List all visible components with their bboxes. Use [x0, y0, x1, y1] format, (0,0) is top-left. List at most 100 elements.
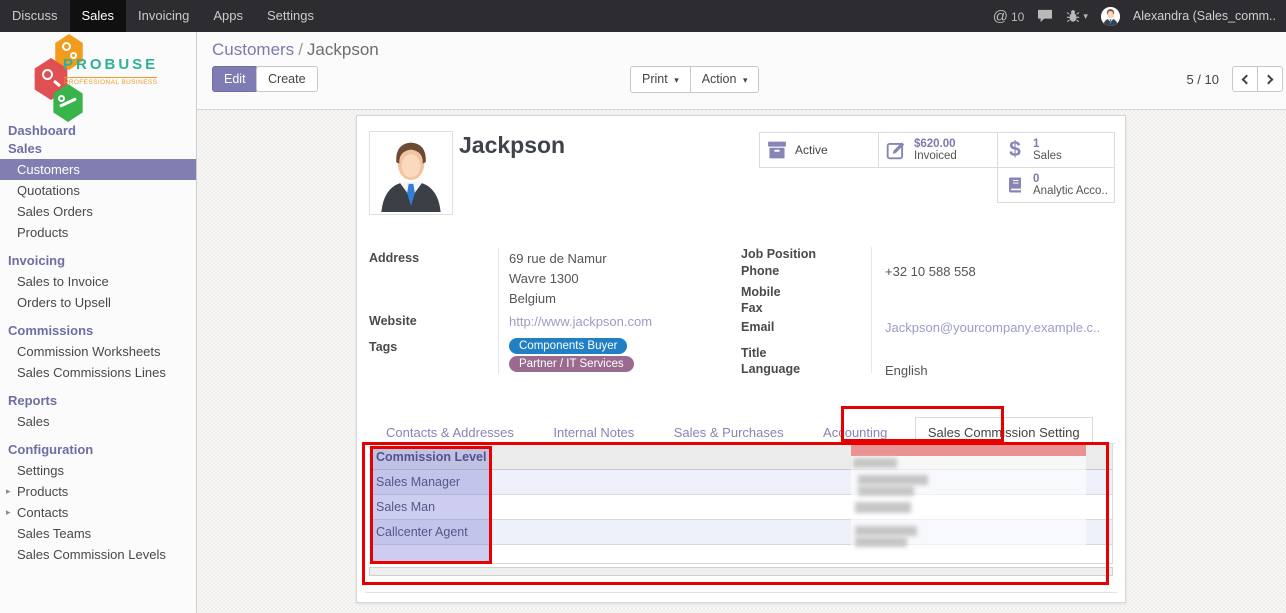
table-header-commission-level: Commission Level: [370, 444, 1112, 470]
print-button[interactable]: Print ▾: [630, 66, 691, 93]
field-group-divider: [498, 248, 499, 374]
language-label: Language: [741, 362, 800, 376]
sidebar-item-reports-sales[interactable]: Sales: [0, 411, 196, 432]
redacted-value: [855, 537, 907, 547]
sidebar-item-label: Products: [17, 484, 68, 499]
top-navbar: Discuss Sales Invoicing Apps Settings @ …: [0, 0, 1286, 32]
address-label: Address: [369, 251, 419, 265]
record-pager: 5 / 10: [1186, 66, 1283, 92]
sidebar-header-commissions[interactable]: Commissions: [0, 320, 196, 341]
sidebar-item-commission-worksheets[interactable]: Commission Worksheets: [0, 341, 196, 362]
address-line1: 69 rue de Namur: [509, 251, 607, 266]
customer-photo: [369, 131, 453, 215]
stat-button-active[interactable]: Active: [759, 132, 879, 168]
address-line3: Belgium: [509, 291, 556, 306]
stat-label: Analytic Acco...: [1033, 185, 1108, 197]
sidebar-section-reports: Reports Sales: [0, 390, 196, 432]
caret-down-icon: ▾: [743, 75, 748, 85]
menu-discuss[interactable]: Discuss: [0, 0, 70, 32]
redacted-value: [855, 502, 911, 513]
table-row-callcenter-agent[interactable]: Callcenter Agent: [370, 520, 1112, 545]
stat-button-invoiced[interactable]: $620.00 Invoiced: [878, 132, 998, 168]
edit-invoice-icon: [885, 140, 907, 160]
fax-label: Fax: [741, 301, 763, 315]
topbar-systray: @ 10 ▾ Alexandra (Sales_comm..: [993, 0, 1286, 32]
sidebar-header-invoicing[interactable]: Invoicing: [0, 250, 196, 271]
debug-bug-icon[interactable]: ▾: [1066, 9, 1088, 23]
tag-components-buyer: Components Buyer: [509, 338, 627, 354]
sidebar-header-reports[interactable]: Reports: [0, 390, 196, 411]
expand-arrow-icon: ▸: [6, 486, 17, 497]
menu-settings[interactable]: Settings: [255, 0, 326, 32]
action-button-group: Print ▾ Action ▾: [630, 66, 759, 93]
sidebar-item-dashboard[interactable]: Dashboard: [0, 120, 196, 141]
table-row-sales-manager[interactable]: Sales Manager: [370, 470, 1112, 495]
email-label: Email: [741, 320, 774, 334]
sidebar-item-label: Contacts: [17, 505, 68, 520]
sidebar-section-configuration: Configuration Settings ▸Products ▸Contac…: [0, 439, 196, 565]
mention-counter[interactable]: @ 10: [993, 8, 1025, 25]
stat-label: Invoiced: [914, 150, 957, 162]
breadcrumb: Customers/Jackpson: [212, 40, 379, 60]
sidebar-item-customers[interactable]: Customers: [0, 159, 196, 180]
sidebar-item-quotations[interactable]: Quotations: [0, 180, 196, 201]
customer-name: Jackpson: [459, 132, 565, 159]
mobile-label: Mobile: [741, 285, 781, 299]
table-row-sales-man[interactable]: Sales Man: [370, 495, 1112, 520]
sidebar-section-commissions: Commissions Commission Worksheets Sales …: [0, 320, 196, 383]
sidebar-item-orders-to-upsell[interactable]: Orders to Upsell: [0, 292, 196, 313]
action-button[interactable]: Action ▾: [690, 66, 760, 93]
sidebar-item-sales-commissions-lines[interactable]: Sales Commissions Lines: [0, 362, 196, 383]
redacted-value: [855, 526, 917, 536]
edit-button[interactable]: Edit: [212, 66, 258, 92]
redacted-value: [853, 458, 897, 468]
pager-count: 5 / 10: [1186, 72, 1219, 87]
user-menu[interactable]: Alexandra (Sales_comm..: [1133, 9, 1276, 23]
sidebar-item-sales-teams[interactable]: Sales Teams: [0, 523, 196, 544]
sidebar-section-dashboard: Dashboard Sales Customers Quotations Sal…: [0, 120, 196, 243]
website-link[interactable]: http://www.jackpson.com: [509, 314, 652, 329]
horizontal-scrollbar[interactable]: [369, 567, 1113, 576]
stat-value: $620.00: [914, 138, 957, 150]
table-row-empty: [370, 545, 1112, 564]
sidebar-item-products[interactable]: Products: [0, 222, 196, 243]
sidebar-item-sales[interactable]: Sales: [0, 141, 196, 159]
logo-title: PROBUSE: [63, 56, 158, 73]
sidebar-section-invoicing: Invoicing Sales to Invoice Orders to Ups…: [0, 250, 196, 313]
create-button[interactable]: Create: [256, 66, 318, 92]
stat-value: 0: [1033, 173, 1108, 185]
messages-icon[interactable]: [1037, 9, 1053, 23]
email-link[interactable]: Jackpson@yourcompany.example.c..: [885, 320, 1100, 335]
sidebar-item-config-products[interactable]: ▸Products: [0, 481, 196, 502]
stat-value: 1: [1033, 138, 1062, 150]
commission-level-table: Commission Level Sales Manager Sales Man…: [369, 444, 1113, 564]
redacted-value: [858, 486, 914, 496]
breadcrumb-separator: /: [294, 40, 307, 59]
sidebar-item-sales-commission-levels[interactable]: Sales Commission Levels: [0, 544, 196, 565]
stat-button-sales[interactable]: $ 1 Sales: [997, 132, 1115, 168]
pager-previous-button[interactable]: [1232, 66, 1258, 92]
sidebar-item-settings[interactable]: Settings: [0, 460, 196, 481]
pager-next-button[interactable]: [1257, 66, 1283, 92]
stat-label: Active: [795, 144, 828, 156]
caret-down-icon: ▾: [674, 75, 679, 85]
user-avatar[interactable]: [1101, 7, 1120, 26]
tag-partner-it-services: Partner / IT Services: [509, 356, 634, 372]
menu-apps[interactable]: Apps: [201, 0, 255, 32]
mention-count: 10: [1011, 10, 1024, 24]
menu-sales[interactable]: Sales: [70, 0, 127, 32]
sidebar-item-config-contacts[interactable]: ▸Contacts: [0, 502, 196, 523]
website-label: Website: [369, 314, 417, 328]
menu-invoicing[interactable]: Invoicing: [126, 0, 201, 32]
sidebar-item-sales-orders[interactable]: Sales Orders: [0, 201, 196, 222]
sidebar-header-configuration[interactable]: Configuration: [0, 439, 196, 460]
phone-label: Phone: [741, 264, 779, 278]
stat-button-analytic-accounts[interactable]: 0 Analytic Acco...: [997, 167, 1115, 203]
breadcrumb-customers-link[interactable]: Customers: [212, 40, 294, 59]
archive-icon: [766, 140, 788, 160]
book-icon: [1004, 176, 1026, 194]
sidebar-item-sales-to-invoice[interactable]: Sales to Invoice: [0, 271, 196, 292]
notebook-tabs: Contacts & Addresses Internal Notes Sale…: [369, 416, 1115, 444]
caret-down-icon: ▾: [1083, 11, 1088, 22]
chevron-left-icon: [1242, 74, 1252, 84]
